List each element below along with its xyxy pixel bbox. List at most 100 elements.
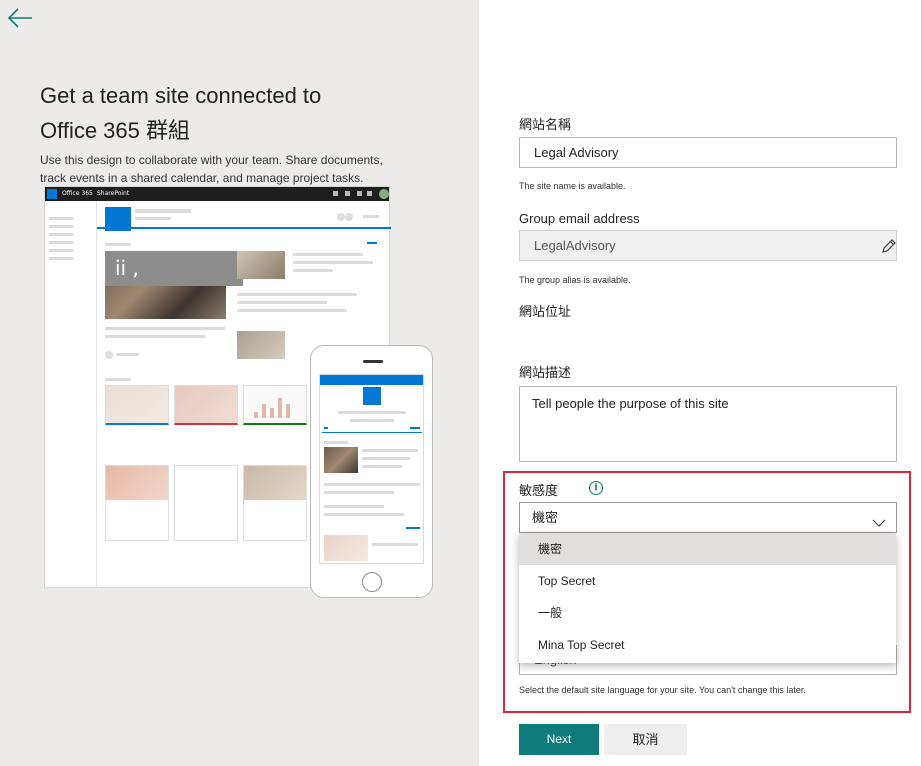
preview-hero-caption bbox=[105, 335, 205, 338]
site-name-hint: The site name is available. bbox=[519, 181, 626, 191]
sensitivity-option[interactable]: Mina Top Secret bbox=[519, 629, 896, 661]
preview-brand: Office 365 bbox=[62, 190, 93, 197]
preview-topbar: Office 365 SharePoint bbox=[45, 187, 389, 201]
group-email-hint: The group alias is available. bbox=[519, 275, 631, 285]
preview-nav-item bbox=[49, 217, 73, 220]
cancel-button[interactable]: 取消 bbox=[604, 724, 687, 755]
preview-see-all bbox=[367, 242, 377, 244]
preview-tile-bar bbox=[270, 408, 274, 418]
preview-news-image bbox=[237, 251, 285, 279]
preview-news-line bbox=[237, 309, 347, 312]
pencil-edit-icon[interactable] bbox=[880, 237, 898, 255]
preview-section-title bbox=[105, 243, 131, 246]
preview-news-line bbox=[293, 269, 333, 272]
preview-site-subtitle bbox=[135, 217, 171, 220]
phone-preview-image bbox=[310, 345, 433, 598]
phone-news-line bbox=[324, 491, 394, 494]
preview-tile bbox=[105, 465, 169, 541]
preview-avatar bbox=[379, 189, 389, 199]
preview-nav-item bbox=[49, 233, 73, 236]
phone-news-line bbox=[324, 513, 404, 516]
preview-tile-bar bbox=[254, 412, 258, 418]
phone-tile-line bbox=[372, 543, 418, 546]
phone-status-bar bbox=[320, 375, 423, 385]
template-info-panel: Get a team site connected to Office 365 … bbox=[0, 0, 479, 766]
preview-author-name bbox=[117, 353, 139, 356]
preview-tile-bar bbox=[286, 404, 290, 418]
phone-screen bbox=[319, 374, 424, 564]
group-email-label: Group email address bbox=[519, 211, 640, 226]
chevron-down-icon bbox=[872, 511, 886, 527]
preview-topbar-icon bbox=[357, 191, 362, 196]
phone-site-title bbox=[338, 411, 406, 414]
app-launcher-icon bbox=[47, 189, 57, 199]
preview-news-line bbox=[293, 253, 363, 256]
phone-section-title bbox=[324, 441, 348, 444]
preview-author-avatar bbox=[105, 351, 113, 359]
phone-home-button bbox=[362, 572, 382, 592]
preview-follow-icon bbox=[337, 213, 345, 221]
phone-tile-image bbox=[324, 535, 368, 561]
phone-news-line bbox=[324, 483, 420, 486]
sensitivity-selected-value: 機密 bbox=[532, 510, 559, 525]
preview-news-line bbox=[293, 261, 373, 264]
preview-tile bbox=[105, 385, 169, 425]
language-hint: Select the default site language for you… bbox=[519, 685, 806, 695]
group-email-input[interactable]: LegalAdvisory bbox=[519, 230, 897, 261]
site-description-label: 網站描述 bbox=[519, 365, 572, 380]
phone-nav-link bbox=[324, 427, 328, 429]
preview-tile bbox=[243, 465, 307, 541]
phone-site-subtitle bbox=[350, 419, 394, 422]
template-description: Use this design to collaborate with your… bbox=[40, 153, 383, 185]
phone-speaker bbox=[363, 360, 383, 363]
template-title-line-2: Office 365 群組 bbox=[40, 118, 190, 143]
preview-topbar-icon bbox=[333, 191, 338, 196]
preview-tile-bar bbox=[262, 404, 266, 418]
template-title: Get a team site connected to Office 365 … bbox=[40, 78, 400, 148]
preview-hero-overlay-text: ii , bbox=[105, 251, 243, 286]
preview-topbar-icon bbox=[345, 191, 350, 196]
preview-section-title bbox=[105, 378, 131, 381]
site-description-textarea[interactable]: Tell people the purpose of this site bbox=[519, 386, 897, 462]
preview-hero-caption bbox=[105, 327, 225, 330]
site-name-label: 網站名稱 bbox=[519, 117, 572, 132]
sensitivity-option[interactable]: 一般 bbox=[519, 597, 896, 629]
preview-news-line bbox=[237, 301, 327, 304]
preview-news-line bbox=[237, 293, 357, 296]
back-arrow-icon[interactable] bbox=[6, 6, 34, 30]
sensitivity-option[interactable]: 機密 bbox=[519, 533, 896, 565]
sensitivity-option[interactable]: Top Secret bbox=[519, 565, 896, 597]
preview-nav-item bbox=[49, 249, 73, 252]
preview-header-divider bbox=[97, 227, 391, 229]
preview-left-nav bbox=[45, 201, 97, 589]
phone-see-all bbox=[406, 527, 420, 529]
preview-tile-chart bbox=[243, 385, 307, 425]
sensitivity-dropdown[interactable]: 機密 bbox=[519, 502, 897, 533]
phone-divider bbox=[322, 432, 422, 433]
preview-nav-item bbox=[49, 241, 73, 244]
preview-tile-image bbox=[106, 466, 168, 500]
phone-news-line bbox=[362, 465, 402, 468]
preview-site-title bbox=[135, 209, 191, 213]
preview-tile bbox=[174, 385, 238, 425]
phone-see-all bbox=[410, 427, 420, 429]
info-icon[interactable]: i bbox=[589, 481, 603, 495]
phone-news-line bbox=[324, 505, 384, 508]
preview-nav-item bbox=[49, 257, 73, 260]
preview-app-name: SharePoint bbox=[97, 190, 130, 197]
preview-nav-item bbox=[49, 225, 73, 228]
preview-tile bbox=[174, 465, 238, 541]
sensitivity-options-list: 機密 Top Secret 一般 Mina Top Secret bbox=[519, 533, 896, 663]
site-address-label: 網站位址 bbox=[519, 304, 572, 319]
phone-news-image bbox=[324, 447, 358, 473]
next-button[interactable]: Next bbox=[519, 724, 599, 755]
sensitivity-label: 敏感度 bbox=[519, 483, 559, 498]
preview-tile-bar bbox=[278, 398, 282, 418]
template-title-line-1: Get a team site connected to bbox=[40, 83, 322, 108]
preview-tile-image bbox=[244, 466, 306, 500]
preview-share-icon bbox=[345, 213, 353, 221]
site-name-input[interactable]: Legal Advisory bbox=[519, 137, 897, 168]
preview-member-count bbox=[363, 215, 379, 218]
phone-news-line bbox=[362, 449, 418, 452]
preview-news-image bbox=[237, 331, 285, 359]
